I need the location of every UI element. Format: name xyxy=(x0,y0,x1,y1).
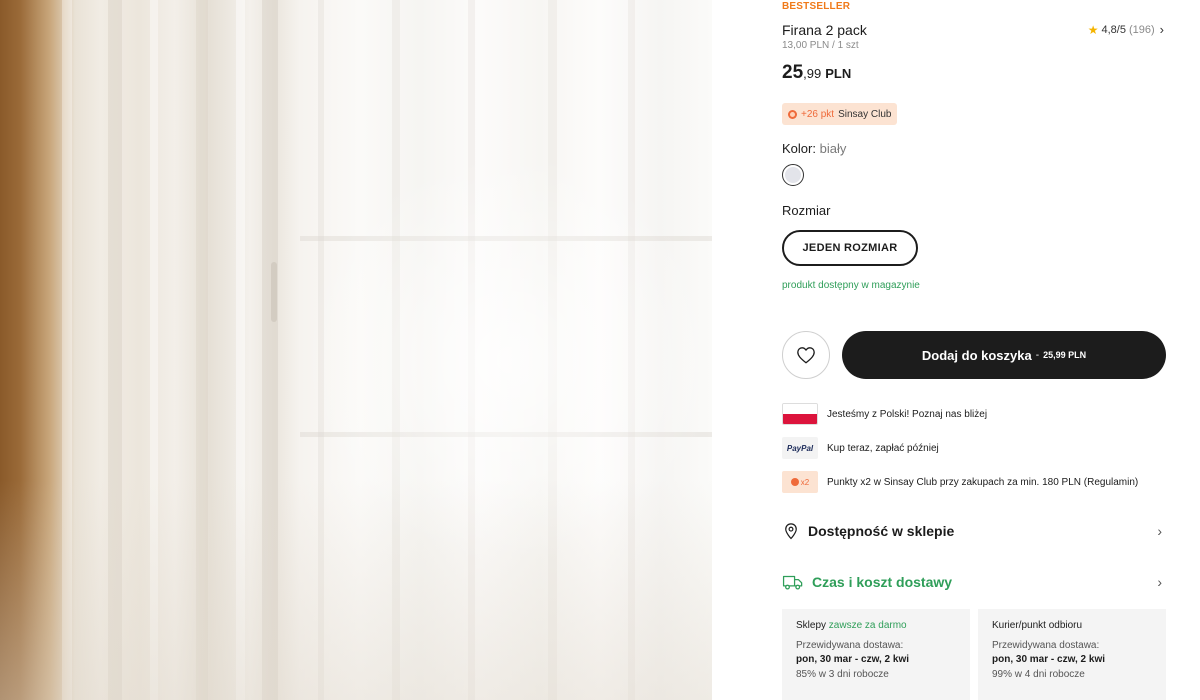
paypal-icon: PayPal xyxy=(782,437,818,459)
price-integer: 25 xyxy=(782,62,804,83)
perk-text: Kup teraz, zapłać później xyxy=(827,442,939,454)
color-swatch-white[interactable] xyxy=(782,164,804,186)
perk-club-x2[interactable]: x2 Punkty x2 w Sinsay Club przy zakupach… xyxy=(782,471,1138,493)
price-decimals: ,99 xyxy=(803,66,822,81)
delivery-percent: 99% w 4 dni robocze xyxy=(992,669,1085,680)
color-value: biały xyxy=(819,141,847,156)
wishlist-button[interactable] xyxy=(782,331,830,379)
product-title: Firana 2 pack xyxy=(782,22,867,38)
chevron-right-icon: › xyxy=(1157,523,1162,539)
delivery-title: Czas i koszt dostawy xyxy=(812,574,953,590)
swatch-fill xyxy=(785,167,801,183)
location-pin-icon xyxy=(785,523,797,540)
image-shade xyxy=(0,480,712,700)
expected-delivery-label: Przewidywana dostawa: xyxy=(796,640,904,651)
expected-delivery-label: Przewidywana dostawa: xyxy=(992,640,1100,651)
club-x2-icon: x2 xyxy=(782,471,818,493)
delivery-options: Sklepy zawsze za darmo Przewidywana dost… xyxy=(782,609,1166,700)
size-label: Rozmiar xyxy=(782,203,831,218)
product-image[interactable] xyxy=(0,0,712,700)
delivery-truck-icon xyxy=(782,575,803,590)
color-label: Kolor: biały xyxy=(782,141,846,156)
product-info-panel: BESTSELLER Firana 2 pack 13,00 PLN / 1 s… xyxy=(782,0,1166,700)
perk-text: Punkty x2 w Sinsay Club przy zakupach za… xyxy=(827,476,1139,488)
rating-score: 4,8/5 xyxy=(1101,23,1126,36)
price-currency: PLN xyxy=(825,66,852,81)
delivery-accordion[interactable]: Czas i koszt dostawy › xyxy=(782,570,1166,594)
add-to-cart-separator: - xyxy=(1035,349,1040,361)
flag-red xyxy=(783,414,817,424)
product-price: 25 ,99 PLN xyxy=(782,62,851,84)
rating-link[interactable]: ★ 4,8/5 (196) › xyxy=(1088,22,1164,37)
size-option-button[interactable]: JEDEN ROZMIAR xyxy=(782,230,918,266)
club-points-badge: +26 pkt Sinsay Club xyxy=(782,103,898,125)
delivery-card-stores: Sklepy zawsze za darmo Przewidywana dost… xyxy=(782,609,970,700)
poland-flag-icon xyxy=(782,403,818,425)
free-delivery-note: zawsze za darmo xyxy=(828,620,907,631)
delivery-method: Sklepy xyxy=(796,620,827,631)
store-availability-accordion[interactable]: Dostępność w sklepie › xyxy=(782,519,1166,543)
perk-text: Jesteśmy z Polski! Poznaj nas bliżej xyxy=(827,408,988,420)
club-program: Sinsay Club xyxy=(838,108,892,120)
heart-icon xyxy=(797,347,815,364)
delivery-method: Kurier/punkt odbioru xyxy=(992,620,1083,631)
curtain-tieback xyxy=(271,262,277,322)
add-to-cart-amount: 25,99 PLN xyxy=(1043,350,1087,360)
availability-status: produkt dostępny w magazynie xyxy=(782,280,920,291)
perk-polish-brand[interactable]: Jesteśmy z Polski! Poznaj nas bliżej xyxy=(782,403,987,425)
add-to-cart-label: Dodaj do koszyka xyxy=(921,347,1032,363)
club-x2-text: x2 xyxy=(800,477,810,487)
club-points: +26 pkt xyxy=(801,108,835,120)
perk-paypal[interactable]: PayPal Kup teraz, zapłać później xyxy=(782,437,939,459)
delivery-card-title: Sklepy zawsze za darmo xyxy=(796,620,956,631)
delivery-dates: pon, 30 mar - czw, 2 kwi xyxy=(796,654,909,665)
club-dot xyxy=(790,478,799,486)
chevron-right-icon: › xyxy=(1159,22,1164,37)
color-label-text: Kolor: xyxy=(782,141,816,156)
delivery-dates: pon, 30 mar - czw, 2 kwi xyxy=(992,654,1105,665)
bestseller-badge: BESTSELLER xyxy=(782,1,851,12)
rating-count: (196) xyxy=(1128,23,1155,36)
flag-white xyxy=(783,404,817,414)
unit-price: 13,00 PLN / 1 szt xyxy=(782,40,859,51)
star-icon: ★ xyxy=(1087,22,1099,37)
add-to-cart-button[interactable]: Dodaj do koszyka - 25,99 PLN xyxy=(842,331,1166,379)
store-availability-title: Dostępność w sklepie xyxy=(808,523,955,539)
sinsay-club-icon xyxy=(788,109,797,119)
delivery-card-courier: Kurier/punkt odbioru Przewidywana dostaw… xyxy=(978,609,1166,700)
chevron-right-icon: › xyxy=(1157,574,1162,590)
delivery-percent: 85% w 3 dni robocze xyxy=(796,669,889,680)
delivery-card-title: Kurier/punkt odbioru xyxy=(992,620,1152,631)
